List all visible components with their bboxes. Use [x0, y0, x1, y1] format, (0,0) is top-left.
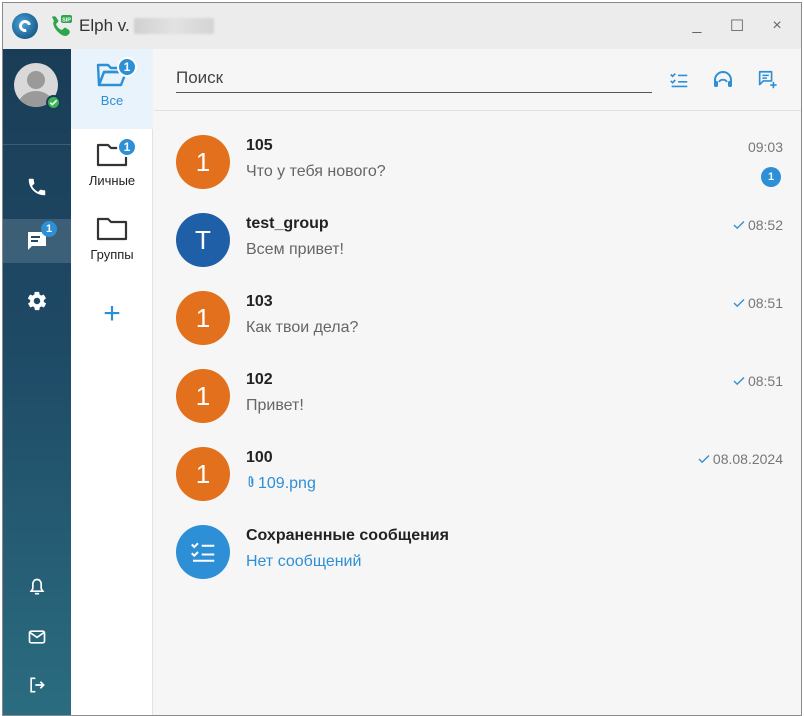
chat-timestamp: 09:03: [748, 139, 783, 155]
rail-item-mail[interactable]: [3, 615, 71, 659]
attachment-filename: 109.png: [258, 475, 316, 492]
nav-rail: 1: [3, 49, 71, 715]
checklist-icon: [670, 72, 688, 88]
unread-count-badge: 1: [761, 167, 781, 187]
sip-phone-icon: SIP: [47, 13, 73, 39]
close-button[interactable]: ×: [769, 17, 785, 34]
chat-row[interactable]: 1 103 Как твои дела? 08:51: [154, 275, 801, 353]
chat-timestamp: 08.08.2024: [698, 451, 783, 467]
chat-last-message: Как твои дела?: [246, 319, 359, 336]
chat-name: Сохраненные сообщения: [246, 527, 449, 544]
support-button[interactable]: [710, 67, 736, 93]
folder-unread-badge: 1: [117, 57, 137, 77]
chat-avatar: 1: [176, 447, 230, 501]
chat-row[interactable]: 1 102 Привет! 08:51: [154, 353, 801, 431]
sent-check-icon: [733, 295, 745, 311]
mail-icon: [28, 630, 46, 644]
chat-row[interactable]: Ttest_group Всем привет! 08:52: [154, 197, 801, 275]
folder-all[interactable]: Все 1: [71, 49, 153, 129]
headset-icon: [714, 71, 732, 87]
folder-icon: [96, 217, 128, 241]
chat-last-message: Привет!: [246, 397, 304, 414]
chat-avatar: 1: [176, 135, 230, 189]
chat-name: test_group: [246, 215, 329, 232]
folders-panel: Все 1 Личные 1 Группы +: [71, 49, 153, 715]
chat-timestamp: 08:51: [733, 295, 783, 311]
version-redacted: [133, 18, 214, 34]
sent-check-icon: [733, 217, 745, 233]
chat-name: 105: [246, 137, 273, 154]
chat-time-text: 08:51: [747, 295, 783, 311]
chat-avatar: [176, 525, 230, 579]
chat-row[interactable]: 1 100 109.png 08.08.2024: [154, 431, 801, 509]
app-window: SIP Elph v. _ ☐ × 1 Все 1 Личные 1 Групп…: [2, 2, 802, 716]
chat-last-message: Всем привет!: [246, 241, 344, 258]
chat-name: 100: [246, 449, 273, 466]
chat-avatar: T: [176, 213, 230, 267]
chat-timestamp: 08:51: [733, 373, 783, 389]
new-chat-icon: [758, 70, 777, 89]
chat-time-text: 08.08.2024: [712, 451, 783, 467]
chat-row[interactable]: Сохраненные сообщения Нет сообщений: [154, 509, 801, 587]
folder-label: Группы: [90, 247, 134, 262]
chat-timestamp: 08:52: [733, 217, 783, 233]
search-input[interactable]: [176, 63, 652, 93]
window-title: Elph v.: [79, 16, 130, 35]
paperclip-icon: [246, 475, 258, 492]
chats-unread-badge: 1: [41, 221, 57, 237]
chat-time-text: 08:52: [747, 217, 783, 233]
title-bar: SIP Elph v. _ ☐ ×: [3, 3, 801, 49]
svg-text:SIP: SIP: [62, 17, 71, 23]
sent-check-icon: [733, 373, 745, 389]
folder-label: Все: [100, 93, 124, 108]
chat-time-text: 08:51: [747, 373, 783, 389]
chat-last-message: Нет сообщений: [246, 553, 362, 570]
bell-icon: [29, 578, 45, 595]
rail-item-calls[interactable]: [3, 165, 71, 209]
chat-list-pane: 1 105 Что у тебя нового? 09:03 1 Ttest_group В…: [154, 49, 801, 715]
rail-item-notifications[interactable]: [3, 565, 71, 609]
chat-row[interactable]: 1 105 Что у тебя нового? 09:03 1: [154, 119, 801, 197]
folder-groups[interactable]: Группы: [71, 209, 153, 281]
chat-time-text: 09:03: [747, 139, 783, 155]
search-bar: [154, 49, 801, 111]
rail-item-chats[interactable]: 1: [3, 219, 71, 263]
checklist-icon: [191, 542, 215, 562]
logout-icon: [30, 677, 45, 693]
new-chat-button[interactable]: [754, 67, 780, 93]
chat-last-message: Что у тебя нового?: [246, 163, 386, 180]
phone-icon: [28, 178, 46, 196]
online-status-icon: [46, 95, 61, 110]
maximize-button[interactable]: ☐: [729, 18, 745, 35]
minimize-button[interactable]: _: [689, 17, 705, 34]
chat-avatar: 1: [176, 291, 230, 345]
rail-item-settings[interactable]: [3, 279, 71, 323]
chat-name: 102: [246, 371, 273, 388]
rail-item-logout[interactable]: [3, 663, 71, 707]
add-folder-button[interactable]: +: [71, 297, 153, 331]
chat-avatar: 1: [176, 369, 230, 423]
sent-check-icon: [698, 451, 710, 467]
chat-attachment[interactable]: 109.png: [246, 475, 316, 493]
chat-name: 103: [246, 293, 273, 310]
folder-unread-badge: 1: [117, 137, 137, 157]
folder-personal[interactable]: Личные 1: [71, 129, 153, 209]
select-chats-button[interactable]: [666, 67, 692, 93]
gear-icon: [27, 291, 47, 311]
app-logo-icon: [12, 13, 38, 39]
folder-label: Личные: [88, 173, 136, 188]
